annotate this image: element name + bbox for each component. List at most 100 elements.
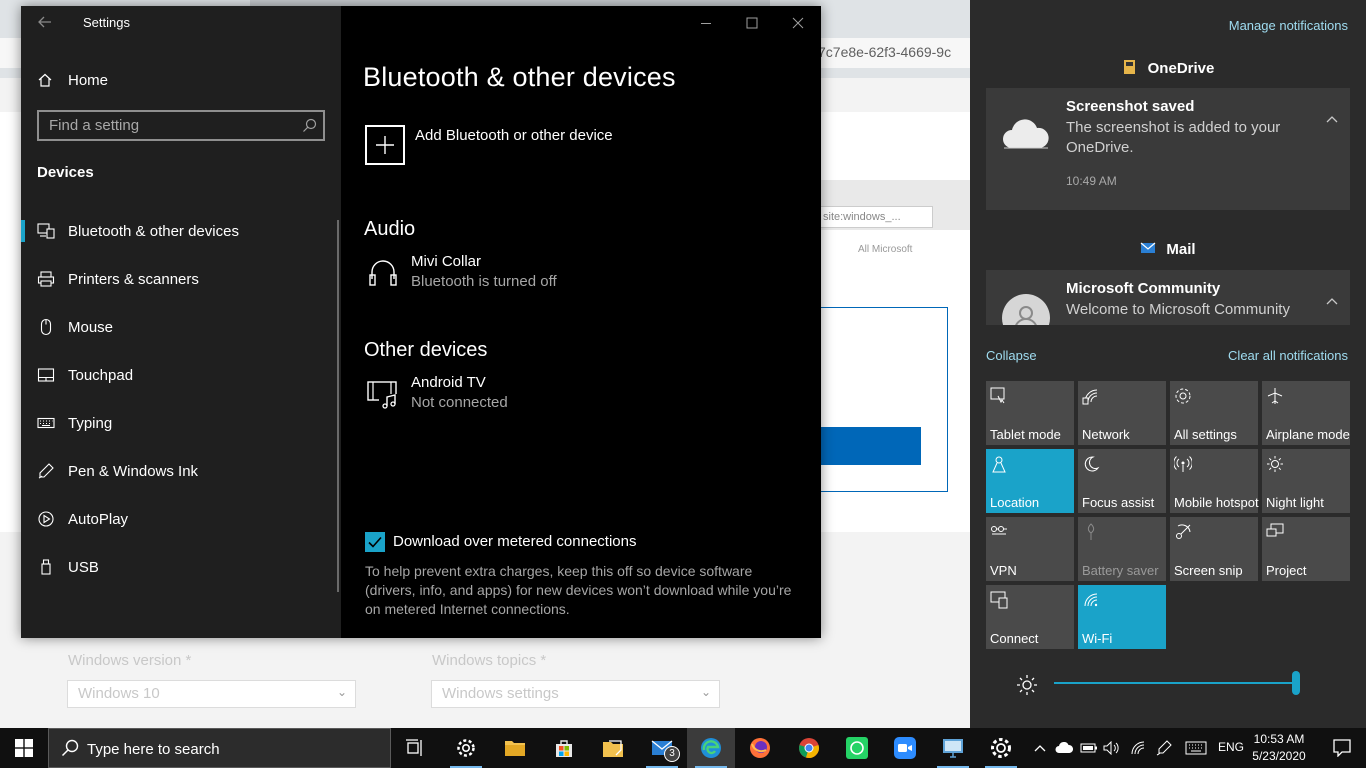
touchpad-icon	[37, 366, 55, 384]
tile-tablet-mode[interactable]: Tablet mode	[986, 381, 1074, 445]
tile-all-settings[interactable]: All settings	[1170, 381, 1258, 445]
wifi-tray-icon[interactable]	[1128, 738, 1148, 758]
add-device-label[interactable]: Add Bluetooth or other device	[415, 127, 613, 144]
mail-app-icon	[1140, 241, 1156, 259]
whatsapp-button[interactable]	[833, 728, 881, 768]
touch-keyboard-icon[interactable]	[1183, 738, 1209, 758]
chrome-button[interactable]	[785, 728, 833, 768]
settings-sidebar: Settings Home Devices Bluetooth & other …	[21, 6, 341, 638]
firefox-button[interactable]	[736, 728, 784, 768]
tile-mobile-hotspot[interactable]: Mobile hotspot	[1170, 449, 1259, 513]
nav-item-typing[interactable]: Typing	[21, 399, 337, 447]
find-setting-input[interactable]	[39, 112, 289, 139]
manage-notifications-link[interactable]: Manage notifications	[1229, 18, 1348, 33]
tile-label: Mobile hotspot	[1174, 495, 1259, 510]
back-arrow-icon[interactable]	[37, 14, 53, 35]
home-label: Home	[68, 71, 109, 89]
metered-checkbox[interactable]	[365, 532, 385, 552]
taskbar-search-input[interactable]	[87, 735, 377, 763]
store-icon	[556, 740, 572, 757]
taskbar-search-box[interactable]	[48, 728, 391, 768]
clear-all-notifications-link[interactable]: Clear all notifications	[1228, 348, 1348, 363]
tile-wifi[interactable]: Wi-Fi	[1078, 585, 1166, 649]
dialog-primary-button[interactable]	[820, 427, 921, 465]
printer-icon	[37, 270, 55, 288]
tile-location[interactable]: Location	[986, 449, 1074, 513]
store-button[interactable]	[540, 728, 588, 768]
audio-device-item[interactable]: Mivi Collar Bluetooth is turned off	[365, 253, 765, 295]
action-center: Manage notifications OneDrive Screenshot…	[970, 0, 1366, 728]
tile-connect[interactable]: Connect	[986, 585, 1074, 649]
keyboard-icon	[37, 414, 55, 432]
tile-network[interactable]: Network	[1078, 381, 1166, 445]
tile-project[interactable]: Project	[1262, 517, 1350, 581]
find-setting-box[interactable]	[37, 110, 325, 141]
nav-item-mouse[interactable]: Mouse	[21, 303, 337, 351]
add-device-button[interactable]	[365, 125, 405, 165]
page-search-box[interactable]: site:windows_...	[818, 206, 933, 228]
file-explorer-button[interactable]	[491, 728, 539, 768]
windows-topics-select[interactable]: Windows settings ⌄	[431, 680, 720, 708]
headphones-icon	[365, 255, 401, 291]
tile-label: Airplane mode	[1266, 427, 1350, 442]
other-device-item[interactable]: Android TV Not connected	[365, 374, 765, 416]
collapse-chevron-icon[interactable]	[1326, 110, 1338, 128]
start-button[interactable]	[0, 728, 48, 768]
battery-icon[interactable]	[1079, 738, 1099, 758]
notification-microsoft-community[interactable]: Microsoft Community Welcome to Microsoft…	[986, 270, 1350, 325]
devices-nav-list: Bluetooth & other devices Printers & sca…	[21, 207, 337, 591]
app-title: Settings	[83, 15, 130, 30]
minimize-icon[interactable]	[683, 12, 729, 34]
project-icon	[1266, 523, 1284, 541]
sticky-folder-button[interactable]	[589, 728, 637, 768]
tile-night-light[interactable]: Night light	[1262, 449, 1350, 513]
pen-workspace-icon[interactable]	[1154, 738, 1174, 758]
notification-screenshot-saved[interactable]: Screenshot saved The screenshot is added…	[986, 88, 1350, 210]
tile-focus-assist[interactable]: Focus assist	[1078, 449, 1166, 513]
mail-taskbar-button[interactable]: 3	[638, 728, 686, 768]
mouse-icon	[37, 318, 55, 336]
brightness-icon	[1016, 674, 1038, 701]
nav-item-printers[interactable]: Printers & scanners	[21, 255, 337, 303]
nav-item-bluetooth[interactable]: Bluetooth & other devices	[21, 207, 337, 255]
show-hidden-icons-chevron-icon[interactable]	[1032, 738, 1048, 758]
tile-screen-snip[interactable]: Screen snip	[1170, 517, 1258, 581]
search-icon[interactable]	[302, 118, 317, 138]
volume-icon[interactable]	[1102, 738, 1122, 758]
tile-vpn[interactable]: VPN	[986, 517, 1074, 581]
settings-second-button[interactable]	[977, 728, 1025, 768]
close-icon[interactable]	[775, 12, 821, 34]
home-nav-item[interactable]: Home	[37, 68, 327, 92]
collapse-link[interactable]: Collapse	[986, 348, 1037, 363]
zoom-button[interactable]	[881, 728, 929, 768]
nav-item-autoplay[interactable]: AutoPlay	[21, 495, 337, 543]
device-name: Android TV	[411, 374, 486, 391]
edge-taskbar-button[interactable]	[687, 728, 735, 768]
remote-app-button[interactable]	[929, 728, 977, 768]
windows-version-select[interactable]: Windows 10 ⌄	[67, 680, 356, 708]
onedrive-tray-icon[interactable]	[1054, 738, 1074, 758]
nav-item-touchpad[interactable]: Touchpad	[21, 351, 337, 399]
all-microsoft-menu[interactable]: All Microsoft	[858, 244, 912, 255]
tile-airplane-mode[interactable]: Airplane mode	[1262, 381, 1350, 445]
tile-label: Night light	[1266, 495, 1324, 510]
nav-item-label: AutoPlay	[68, 510, 129, 528]
nav-item-usb[interactable]: USB	[21, 543, 337, 591]
action-center-button[interactable]	[1318, 728, 1366, 768]
collapse-chevron-icon[interactable]	[1326, 292, 1338, 310]
taskbar: 3 ENG 10:53 AM 5/23/2020	[0, 728, 1366, 768]
brightness-slider-track[interactable]	[1054, 682, 1300, 684]
tile-label: Tablet mode	[990, 427, 1061, 442]
brightness-slider-thumb[interactable]	[1292, 671, 1300, 695]
maximize-icon[interactable]	[729, 12, 775, 34]
taskbar-clock[interactable]: 10:53 AM 5/23/2020	[1246, 731, 1312, 765]
sidebar-scrollbar[interactable]	[337, 220, 339, 592]
settings-taskbar-button[interactable]	[442, 728, 490, 768]
task-view-button[interactable]	[391, 728, 439, 768]
bluetooth-devices-icon	[37, 222, 55, 240]
metered-checkbox-label[interactable]: Download over metered connections	[393, 533, 636, 550]
tile-battery-saver[interactable]: Battery saver	[1078, 517, 1166, 581]
nav-item-pen[interactable]: Pen & Windows Ink	[21, 447, 337, 495]
input-language-indicator[interactable]: ENG	[1218, 740, 1244, 754]
nav-item-label: Pen & Windows Ink	[68, 462, 199, 480]
